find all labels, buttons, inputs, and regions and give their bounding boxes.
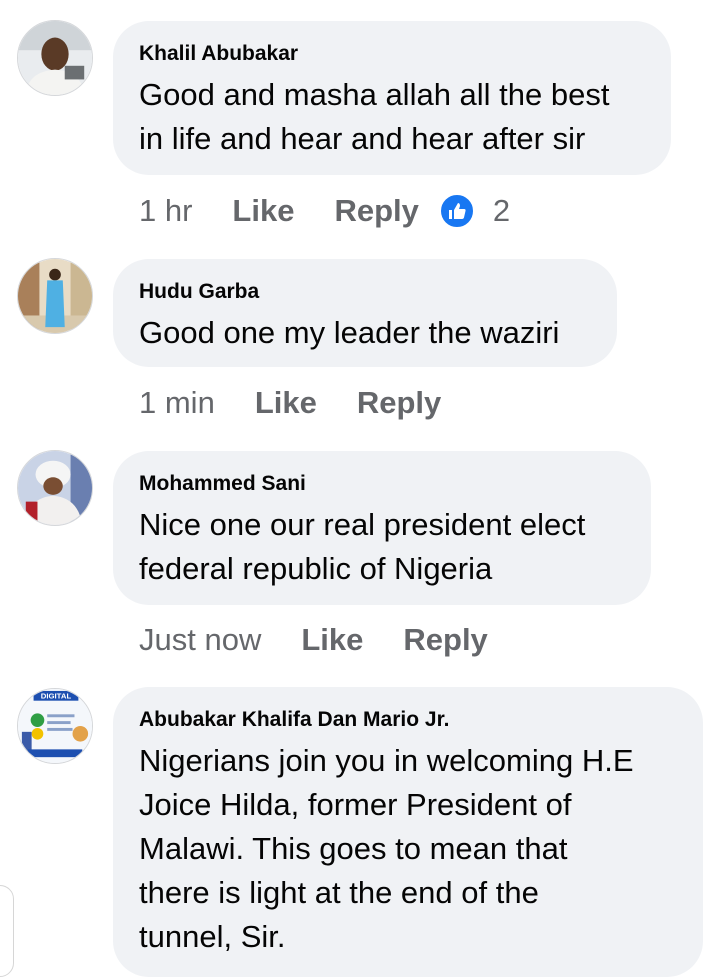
like-button[interactable]: Like: [301, 622, 363, 658]
comment-text: Nice one our real president elect federa…: [139, 507, 586, 586]
comment-author[interactable]: Abubakar Khalifa Dan Mario Jr.: [139, 707, 677, 733]
comment-bubble: Hudu Garba Good one my leader the waziri: [113, 259, 617, 367]
comment-text: Nigerians join you in welcoming H.E Joic…: [139, 743, 634, 954]
floating-panel-edge: [0, 885, 14, 977]
comment-timestamp[interactable]: Just now: [139, 622, 261, 658]
comment-author[interactable]: Hudu Garba: [139, 279, 591, 305]
avatar-logo-text: DIGITAL: [41, 692, 72, 701]
reply-button[interactable]: Reply: [334, 193, 418, 229]
comment-author[interactable]: Mohammed Sani: [139, 471, 625, 497]
avatar-hudu-garba[interactable]: [17, 258, 93, 334]
reply-button[interactable]: Reply: [403, 622, 487, 658]
comment-timestamp[interactable]: 1 min: [139, 385, 215, 421]
reaction-count[interactable]: 2: [493, 193, 510, 229]
like-button[interactable]: Like: [232, 193, 294, 229]
comment-timestamp[interactable]: 1 hr: [139, 193, 192, 229]
comment-author[interactable]: Khalil Abubakar: [139, 41, 645, 67]
comment-bubble: Khalil Abubakar Good and masha allah all…: [113, 21, 671, 175]
comment-actions: 1 min Like Reply: [139, 385, 461, 421]
avatar-mohammed-sani[interactable]: [17, 450, 93, 526]
avatar-abubakar-khalifa[interactable]: DIGITAL: [17, 688, 93, 764]
avatar-khalil-abubakar[interactable]: [17, 20, 93, 96]
like-button[interactable]: Like: [255, 385, 317, 421]
comment-text: Good one my leader the waziri: [139, 315, 560, 350]
comment-actions: Just now Like Reply: [139, 622, 508, 658]
comment-actions: 1 hr Like Reply 2: [139, 193, 510, 229]
comment-text: Good and masha allah all the best in lif…: [139, 77, 610, 156]
comment-bubble: Mohammed Sani Nice one our real presiden…: [113, 451, 651, 605]
thumbs-up-icon[interactable]: [438, 193, 475, 229]
reply-button[interactable]: Reply: [357, 385, 441, 421]
comment-bubble: Abubakar Khalifa Dan Mario Jr. Nigerians…: [113, 687, 703, 977]
